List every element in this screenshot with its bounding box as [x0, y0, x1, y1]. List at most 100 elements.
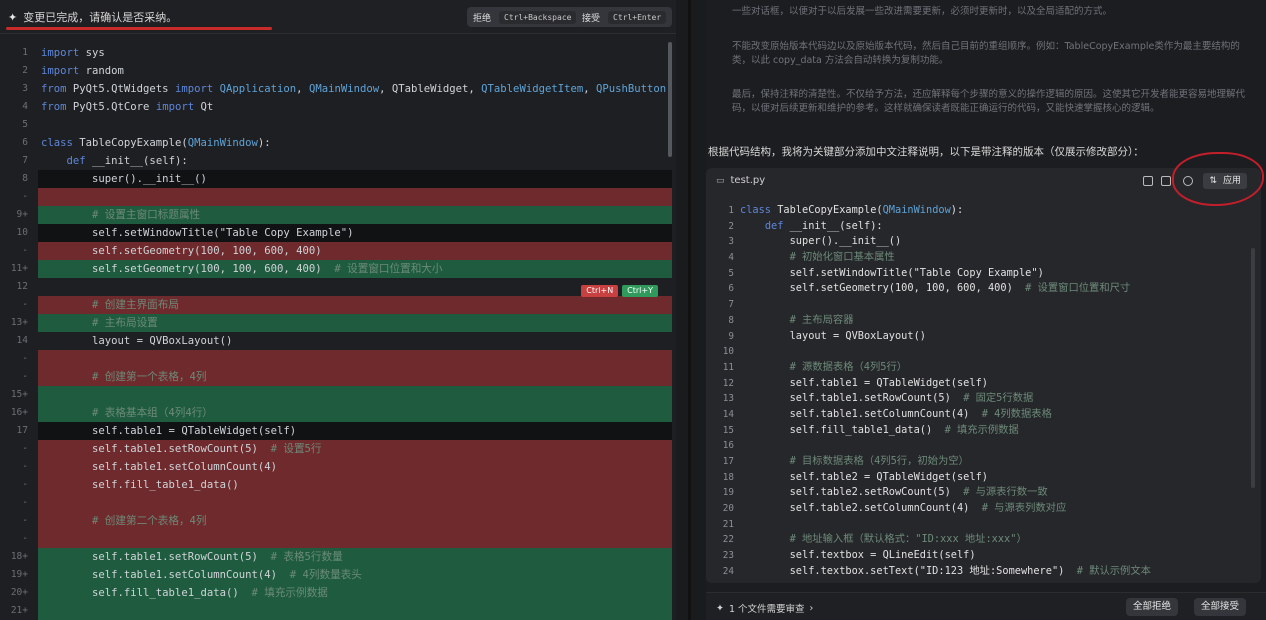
- chevron-right-icon: ›: [809, 602, 814, 614]
- code-line: 14 self.table1.setColumnCount(4) # 4列数据表…: [706, 407, 1261, 423]
- diff-line: 17 self.table1 = QTableWidget(self): [0, 422, 672, 440]
- line-code: super().__init__(): [41, 173, 207, 185]
- chat-paragraph-2: 不能改变原始版本代码边以及原始版本代码，然后自己目前的重组顺序。例如：Table…: [732, 41, 1240, 66]
- line-number: -: [22, 353, 28, 364]
- reject-hunk-button[interactable]: Ctrl+N: [581, 285, 619, 297]
- line-number: 13: [722, 393, 734, 405]
- diff-line: -: [0, 188, 672, 206]
- line-code: def __init__(self):: [764, 219, 883, 232]
- line-code: self.table1.setRowCount(5) # 固定5行数据: [740, 392, 1034, 405]
- line-code: self.table2.setColumnCount(4) # 与源表列数对应: [740, 502, 1067, 515]
- line-code: # 地址输入框（默认格式："ID:xxx 地址:xxx"）: [789, 533, 1027, 546]
- diff-line: - self.fill_table1_data(): [0, 476, 672, 494]
- line-code: # 表格基本组（4列4行）: [92, 407, 213, 419]
- line-code: self.table1.setColumnCount(4) # 4列数据表格: [740, 407, 1052, 420]
- line-code: # 创建主界面布局: [92, 299, 179, 311]
- line-number: -: [22, 533, 28, 544]
- line-code: self.setGeometry(100, 100, 600, 400) # 设…: [740, 282, 1131, 295]
- code-line: 24 self.textbox.setText("ID:123 地址:Somew…: [706, 564, 1261, 580]
- line-number: 8: [728, 314, 734, 326]
- diff-header-title: ✦ 变更已完成，请确认是否采纳。: [8, 9, 177, 25]
- line-number: 21: [722, 518, 734, 530]
- code-line: 22 # 地址输入框（默认格式："ID:xxx 地址:xxx"）: [706, 532, 1261, 548]
- sparkle-icon: ✦: [716, 602, 724, 614]
- line-number: 20+: [10, 587, 28, 598]
- code-line: 4 # 初始化窗口基本属性: [706, 250, 1261, 266]
- line-number: 12: [16, 281, 28, 292]
- diff-line: - # 创建主界面布局: [0, 296, 672, 314]
- line-code: # 创建第一个表格，4列: [92, 371, 207, 383]
- line-number: 8: [22, 173, 28, 184]
- copy-icon[interactable]: [1143, 176, 1153, 186]
- left-scrollbar[interactable]: [668, 42, 672, 157]
- accept-label: 接受: [582, 13, 601, 24]
- accept-button[interactable]: 接受 Ctrl+Enter: [576, 7, 673, 27]
- accept-hunk-button[interactable]: Ctrl+Y: [622, 285, 658, 297]
- file-icon: ▭: [716, 175, 725, 186]
- line-number: -: [22, 515, 28, 526]
- diff-line: 18+ self.table1.setRowCount(5) # 表格5行数量: [0, 548, 672, 566]
- file-name-text: test.py: [730, 175, 766, 186]
- diff-line: 15+: [0, 386, 672, 404]
- line-number: -: [22, 443, 28, 454]
- code-line: 8 # 主布局容器: [706, 313, 1261, 329]
- line-number: 22: [722, 534, 734, 546]
- chat-pane: 一些对话框，以便对于以后发展一些改进需要更新，必须时更新时，以及全局适配的方式。…: [706, 0, 1266, 620]
- line-number: 18: [722, 471, 734, 483]
- line-code: import random: [41, 65, 124, 77]
- diff-line: 1 import sys: [0, 44, 672, 62]
- line-number: 14: [722, 408, 734, 420]
- line-code: self.fill_table1_data() # 填充示例数据: [740, 423, 1019, 436]
- code-block-content: 1 class TableCopyExample(QMainWindow): 2 d…: [706, 203, 1261, 580]
- code-file-name: ▭ test.py: [716, 175, 765, 186]
- line-code: class TableCopyExample(QMainWindow):: [41, 137, 271, 149]
- line-number: 9+: [16, 209, 28, 220]
- diff-line: 16+ # 表格基本组（4列4行）: [0, 404, 672, 422]
- code-block-scrollbar[interactable]: [1251, 248, 1255, 488]
- red-annotation-underline: [6, 27, 272, 30]
- line-number: -: [22, 191, 28, 202]
- line-code: self.textbox.setText("ID:123 地址:Somewher…: [740, 564, 1151, 577]
- line-code: # 设置主窗口标题属性: [92, 209, 201, 221]
- code-block: ▭ test.py ⇅ 应用 1 class TableCopyExample(Q…: [706, 168, 1261, 583]
- code-line: 12 self.table1 = QTableWidget(self): [706, 376, 1261, 392]
- line-number: 3: [728, 236, 734, 248]
- diff-line: - self.setGeometry(100, 100, 600, 400): [0, 242, 672, 260]
- line-number: 1: [22, 47, 28, 58]
- sparkle-icon: ✦: [8, 10, 18, 24]
- line-code: self.table1.setRowCount(5) # 表格5行数量: [41, 551, 343, 563]
- line-code: self.table1 = QTableWidget(self): [41, 425, 297, 437]
- line-number: -: [22, 479, 28, 490]
- line-number: 11+: [10, 263, 28, 274]
- diff-line: 2 import random: [0, 62, 672, 80]
- reject-button[interactable]: 拒绝 Ctrl+Backspace: [467, 7, 583, 27]
- review-summary[interactable]: ✦ 1 个文件需要审查 ›: [716, 601, 814, 616]
- diff-line: -: [0, 530, 672, 548]
- diff-line: 20+ self.fill_table1_data() # 填充示例数据: [0, 584, 672, 602]
- diff-line: -: [0, 494, 672, 512]
- line-number: 2: [728, 220, 734, 232]
- diff-line: - # 创建第一个表格，4列: [0, 368, 672, 386]
- code-line: 7: [706, 297, 1261, 313]
- line-code: self.setGeometry(100, 100, 600, 400) # 设…: [41, 263, 443, 275]
- accept-shortcut: Ctrl+Enter: [608, 10, 667, 24]
- code-line: 2 def __init__(self):: [706, 219, 1261, 235]
- diff-line: 7 def __init__(self):: [0, 152, 672, 170]
- line-code: # 主布局设置: [92, 317, 158, 329]
- insert-icon[interactable]: [1161, 176, 1171, 186]
- line-number: 10: [16, 227, 28, 238]
- line-number: 4: [728, 252, 734, 264]
- accept-all-button[interactable]: 全部接受: [1194, 598, 1247, 616]
- reject-label: 拒绝: [473, 13, 492, 24]
- line-code: # 创建第二个表格，4列: [92, 515, 207, 527]
- line-code: from PyQt5.QtWidgets import QApplication…: [41, 83, 673, 95]
- line-code: import sys: [41, 47, 105, 59]
- diff-line: 21+: [0, 602, 672, 620]
- pane-divider[interactable]: [676, 0, 706, 620]
- diff-title-text: 变更已完成，请确认是否采纳。: [23, 11, 178, 24]
- line-code: layout = QVBoxLayout(): [740, 329, 926, 342]
- line-code: self.fill_table1_data(): [41, 479, 239, 491]
- line-code: # 主布局容器: [789, 313, 854, 326]
- reject-all-button[interactable]: 全部拒绝: [1126, 598, 1179, 616]
- line-number: 19+: [10, 569, 28, 580]
